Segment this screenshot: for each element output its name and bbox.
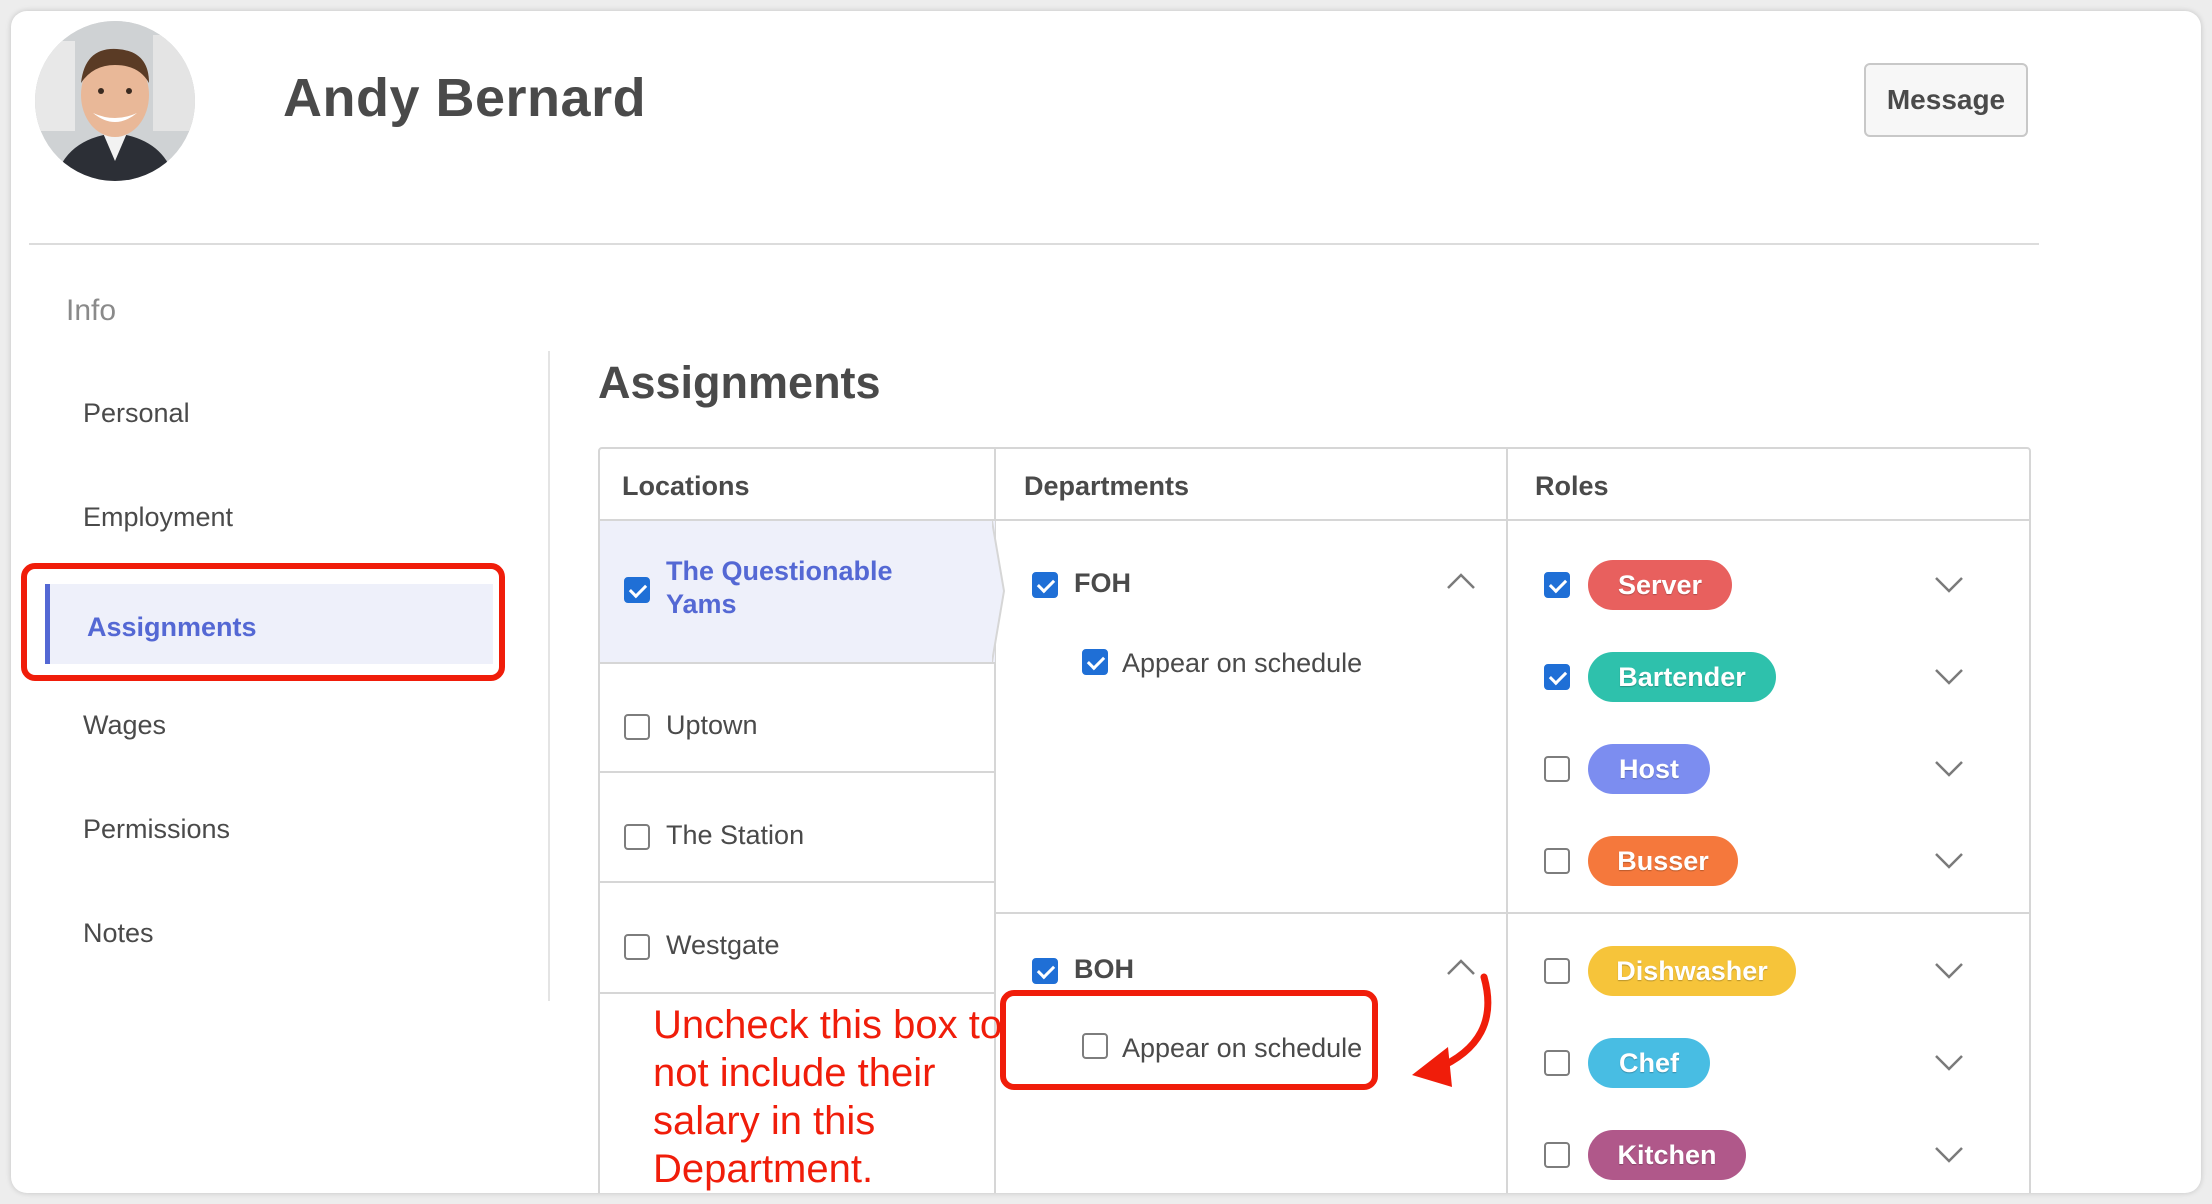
location-divider <box>600 662 995 664</box>
role-checkbox-kitchen[interactable] <box>1544 1142 1570 1168</box>
column-header-locations: Locations <box>622 471 750 501</box>
role-pill-dishwasher: Dishwasher <box>1588 946 1796 996</box>
department-checkbox-boh[interactable] <box>1032 958 1058 984</box>
department-divider <box>994 912 2029 914</box>
chevron-down-icon[interactable] <box>1934 1146 1964 1164</box>
column-header-departments: Departments <box>1024 471 1190 501</box>
role-pill-server: Server <box>1588 560 1732 610</box>
role-checkbox-server[interactable] <box>1544 572 1570 598</box>
location-checkbox-the-station[interactable] <box>624 824 650 850</box>
appear-on-schedule-checkbox-foh[interactable] <box>1082 649 1108 675</box>
chevron-down-icon[interactable] <box>1934 760 1964 778</box>
role-checkbox-chef[interactable] <box>1544 1050 1570 1076</box>
chevron-down-icon[interactable] <box>1934 962 1964 980</box>
column-header-roles: Roles <box>1535 471 1609 501</box>
sidebar-item-employment[interactable]: Employment <box>83 502 233 533</box>
location-divider <box>600 881 995 883</box>
message-button[interactable]: Message <box>1864 63 2028 137</box>
avatar <box>35 21 195 181</box>
chevron-down-icon[interactable] <box>1934 1054 1964 1072</box>
role-pill-busser: Busser <box>1588 836 1738 886</box>
department-checkbox-foh[interactable] <box>1032 572 1058 598</box>
active-location-pointer-icon <box>992 521 1006 662</box>
department-label-boh: BOH <box>1074 954 1134 984</box>
location-label-uptown[interactable]: Uptown <box>666 710 758 741</box>
annotation-text: Uncheck this box to not include their sa… <box>653 1003 1003 1191</box>
role-checkbox-dishwasher[interactable] <box>1544 958 1570 984</box>
location-checkbox-uptown[interactable] <box>624 714 650 740</box>
section-title: Assignments <box>598 357 881 408</box>
role-pill-kitchen: Kitchen <box>1588 1130 1746 1180</box>
location-checkbox-westgate[interactable] <box>624 934 650 960</box>
location-label-the-station[interactable]: The Station <box>666 820 804 851</box>
role-checkbox-bartender[interactable] <box>1544 664 1570 690</box>
chevron-down-icon[interactable] <box>1934 852 1964 870</box>
sidebar-separator <box>548 351 550 1001</box>
highlight-box-appear-on-schedule <box>1000 990 1378 1090</box>
sidebar-item-notes[interactable]: Notes <box>83 918 154 949</box>
appear-on-schedule-label-foh: Appear on schedule <box>1122 648 1363 678</box>
header-divider <box>29 243 2039 245</box>
profile-card: Andy Bernard Message Info Personal Emplo… <box>11 11 2201 1193</box>
location-divider <box>600 771 995 773</box>
sidebar-item-wages[interactable]: Wages <box>83 710 166 741</box>
sidebar-heading: Info <box>66 294 117 327</box>
location-label-questionable-yams[interactable]: The Questionable Yams <box>666 555 966 621</box>
chevron-down-icon[interactable] <box>1934 576 1964 594</box>
role-checkbox-host[interactable] <box>1544 756 1570 782</box>
employee-name: Andy Bernard <box>283 68 647 128</box>
role-pill-host: Host <box>1588 744 1710 794</box>
location-divider <box>600 992 995 994</box>
location-label-westgate[interactable]: Westgate <box>666 930 780 961</box>
chevron-up-icon[interactable] <box>1446 572 1476 590</box>
sidebar-item-personal[interactable]: Personal <box>83 398 190 429</box>
highlight-box-assignments <box>21 563 505 681</box>
chevron-down-icon[interactable] <box>1934 668 1964 686</box>
role-pill-chef: Chef <box>1588 1038 1710 1088</box>
role-checkbox-busser[interactable] <box>1544 848 1570 874</box>
column-divider-2 <box>1506 449 1508 1193</box>
sidebar-item-permissions[interactable]: Permissions <box>83 814 230 845</box>
avatar-photo-icon <box>35 21 195 181</box>
annotation-arrow-icon <box>1412 973 1492 1087</box>
location-checkbox-questionable-yams[interactable] <box>624 577 650 603</box>
role-pill-bartender: Bartender <box>1588 652 1776 702</box>
department-label-foh: FOH <box>1074 568 1131 598</box>
